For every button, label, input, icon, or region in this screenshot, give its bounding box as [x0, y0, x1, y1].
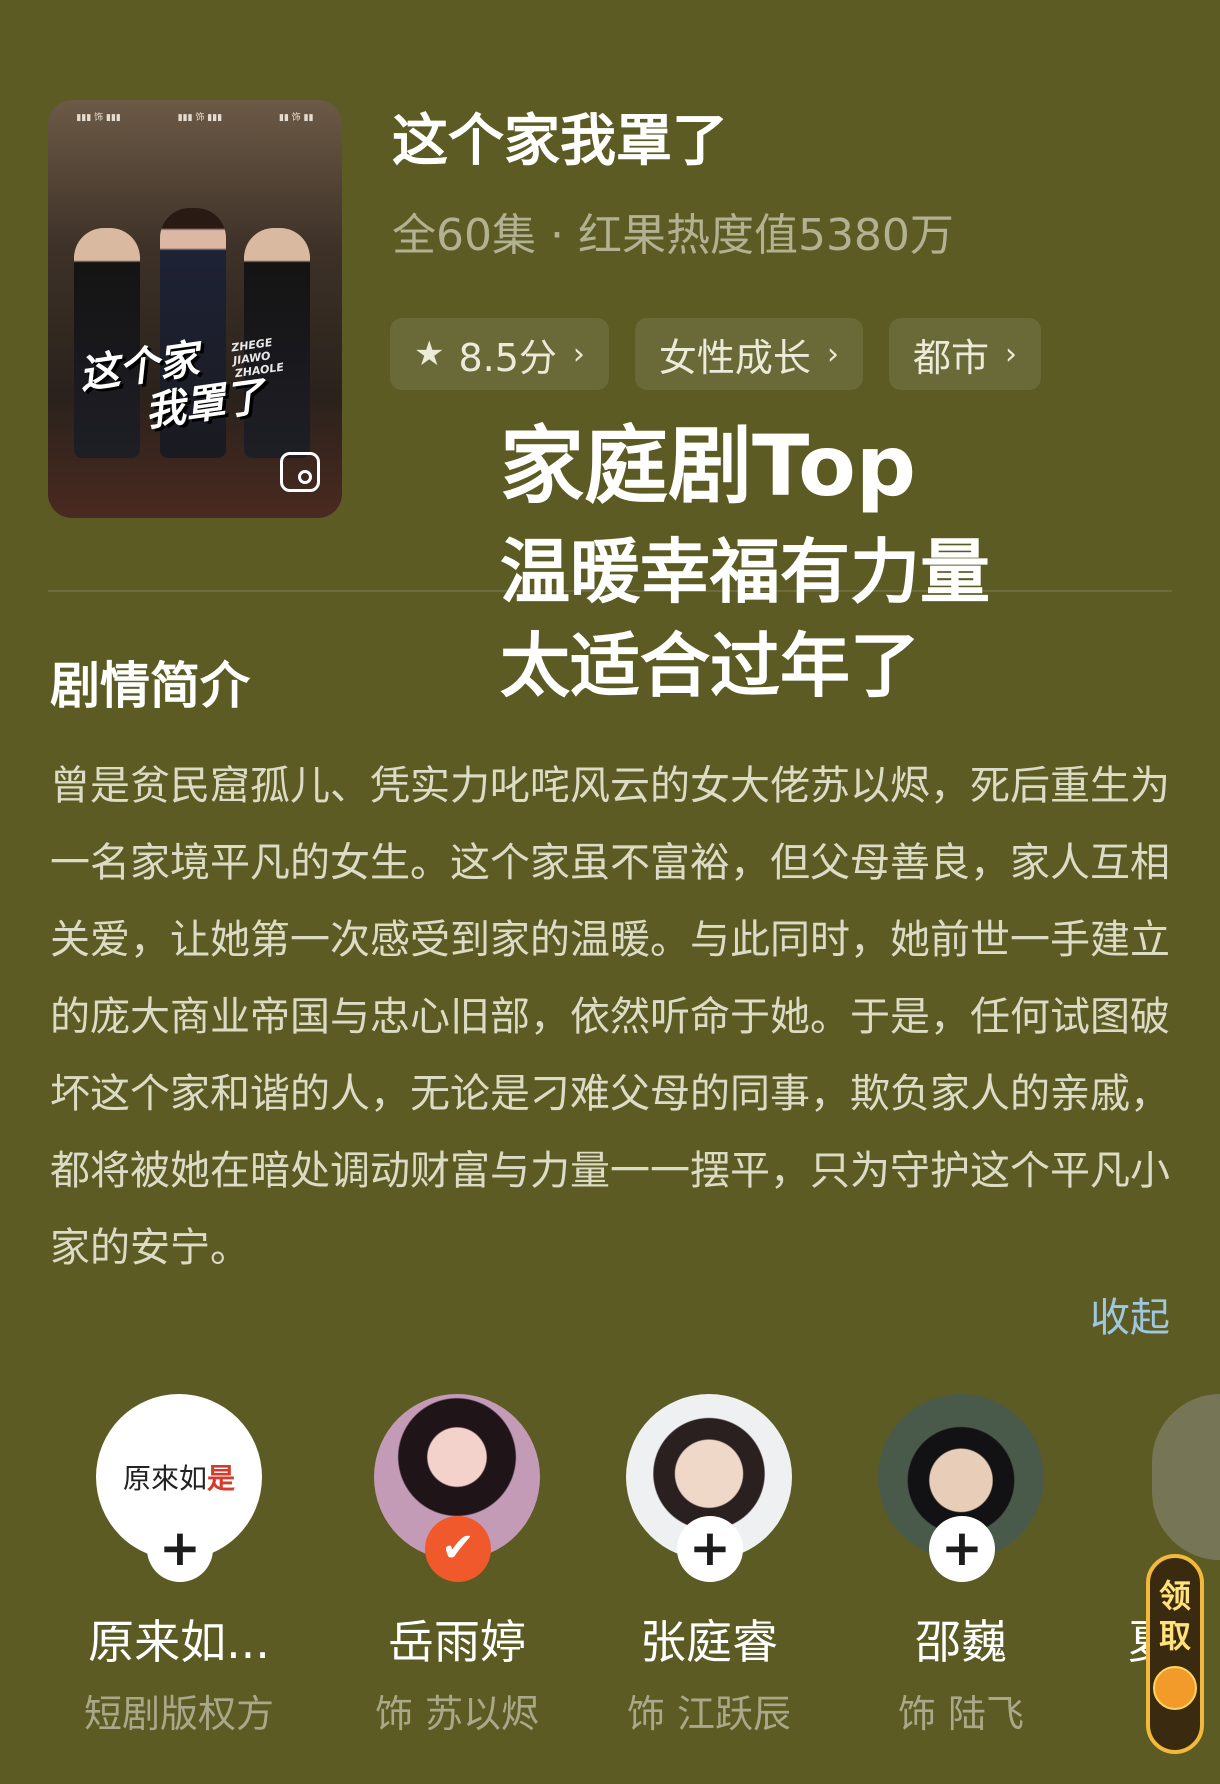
overlay-caption-3: 太适合过年了 — [500, 625, 920, 707]
rating-label: 8.5分 — [458, 335, 557, 380]
claim-label: 领 — [1158, 1577, 1191, 1615]
cast-name: 原来如... — [88, 1615, 270, 1669]
drama-meta: 全60集 · 红果热度值5380万 — [392, 210, 954, 261]
cast-role: 饰 江跃辰 — [626, 1692, 792, 1736]
genre-label: 女性成长 — [658, 335, 811, 380]
claim-reward-button[interactable]: 领 取 — [1146, 1554, 1204, 1754]
overlay-caption-2: 温暖幸福有力量 — [500, 531, 990, 613]
synopsis-text: 曾是贫民窟孤儿、凭实力叱咤风云的女大佬苏以烬，死后重生为一名家境平凡的女生。这个… — [50, 763, 1170, 1271]
cast-name: 张庭睿 — [640, 1615, 778, 1669]
chevron-right-icon: › — [1004, 336, 1017, 372]
follow-button[interactable]: + — [677, 1516, 743, 1582]
chevron-right-icon: › — [826, 336, 839, 372]
follow-button[interactable]: + — [147, 1516, 213, 1582]
rating-tag[interactable]: ★ 8.5分 › — [390, 318, 609, 390]
cast-list: 原來如是 + 原来如... 短剧版权方 ✔ 岳雨婷 饰 苏以烬 + 张庭睿 饰 … — [0, 1390, 1220, 1760]
cast-name: 岳雨婷 — [388, 1615, 526, 1669]
tag-row: ★ 8.5分 › 女性成长 › 都市 › — [390, 318, 1041, 390]
follow-button[interactable]: + — [929, 1516, 995, 1582]
plus-icon: + — [159, 1519, 201, 1577]
cast-role: 短剧版权方 — [83, 1692, 274, 1736]
genre-tag[interactable]: 女性成长 › — [634, 318, 863, 390]
category-label: 都市 — [912, 335, 989, 380]
followed-button[interactable]: ✔ — [425, 1516, 491, 1582]
star-icon: ★ — [414, 334, 445, 374]
check-icon: ✔ — [441, 1525, 475, 1571]
coin-icon — [1153, 1666, 1197, 1710]
poster-credits: ▮▮▮ 饰 ▮▮▮ ▮▮▮ 饰 ▮▮▮ ▮▮ 饰 ▮▮ — [76, 113, 314, 123]
poster[interactable]: ▮▮▮ 饰 ▮▮▮ ▮▮▮ 饰 ▮▮▮ ▮▮ 饰 ▮▮ 这个家 我罩了 ZHEGE JI… — [48, 100, 342, 518]
poster-subtitle: ZHEGE JIAWO ZHAOLE — [230, 335, 285, 381]
overlay-caption-1: 家庭剧Top — [500, 417, 916, 515]
chevron-right-icon: › — [572, 336, 585, 372]
cast-name: 邵巍 — [915, 1615, 1007, 1669]
collapse-link[interactable]: 收起 — [1090, 1290, 1170, 1346]
cast-role: 饰 苏以烬 — [374, 1692, 540, 1736]
copyright-logo: 原來如是 — [122, 1462, 236, 1495]
claim-label: 取 — [1158, 1617, 1191, 1655]
synopsis-heading: 剧情简介 — [50, 657, 250, 715]
plus-icon: + — [941, 1519, 983, 1577]
category-tag[interactable]: 都市 › — [888, 318, 1041, 390]
plus-icon: + — [689, 1519, 731, 1577]
gallery-icon[interactable] — [280, 452, 320, 492]
cast-role: 饰 陆飞 — [897, 1692, 1025, 1736]
drama-title: 这个家我罩了 — [392, 109, 728, 174]
